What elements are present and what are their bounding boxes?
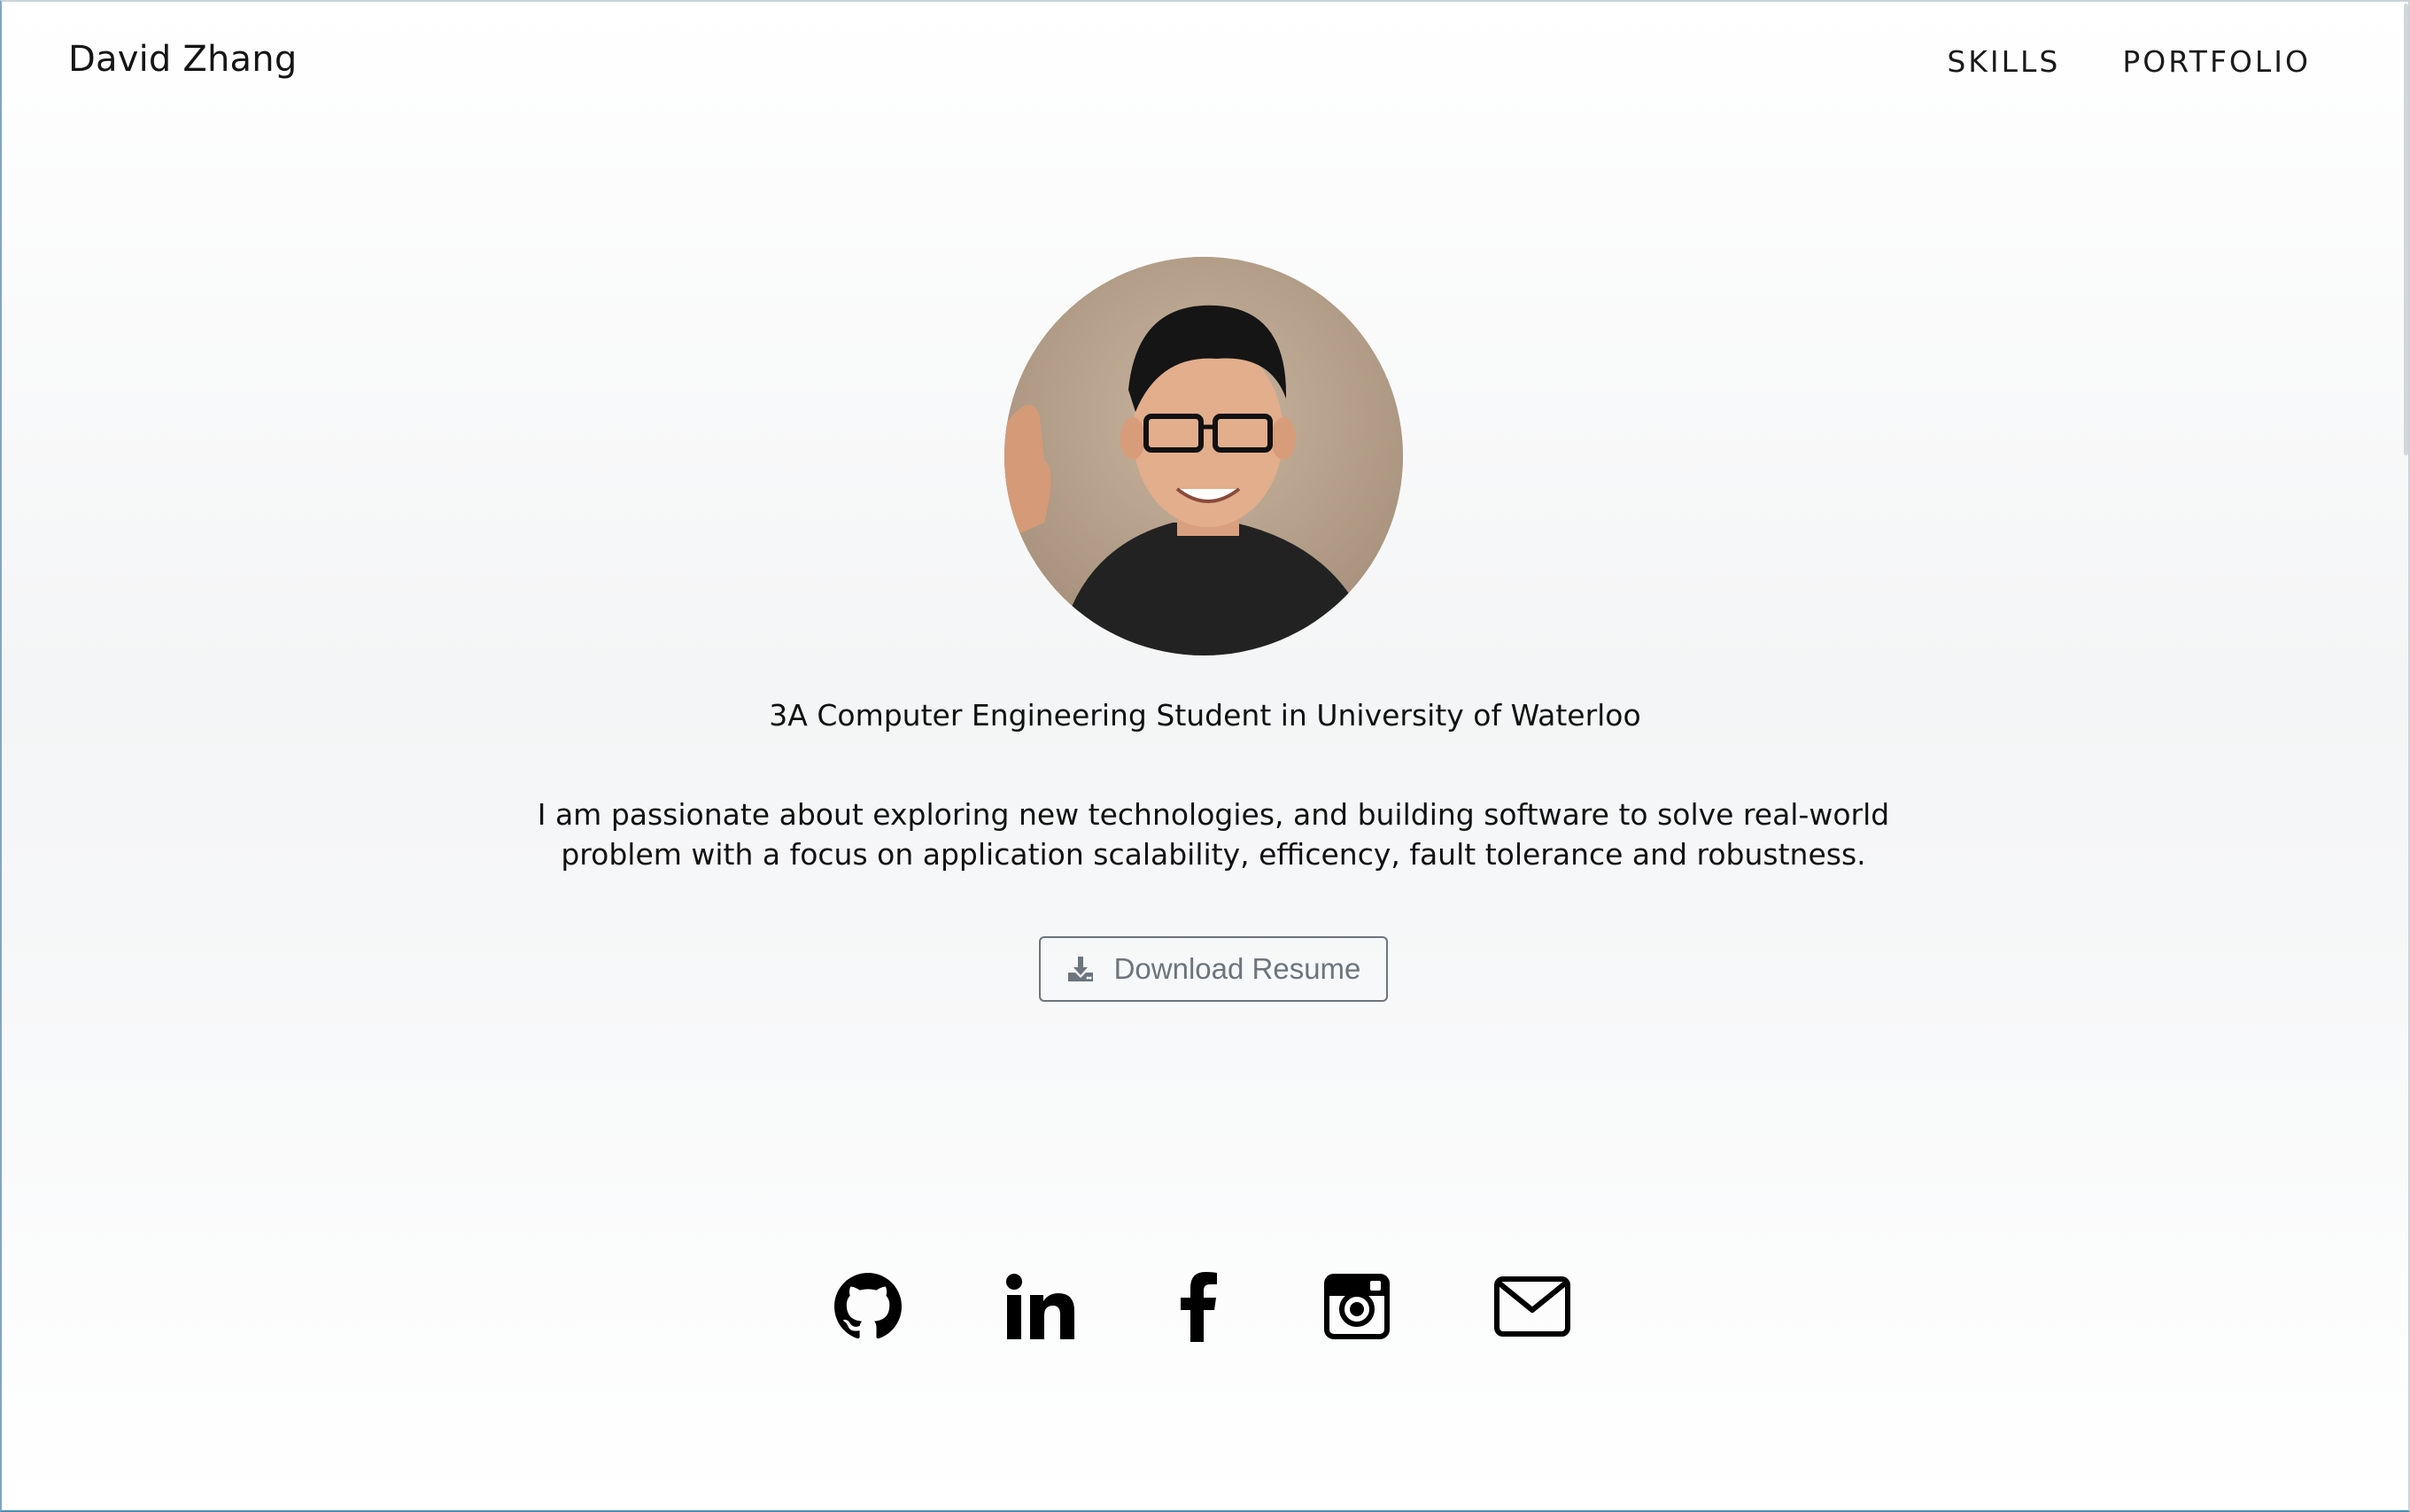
top-nav: SKILLS PORTFOLIO bbox=[1947, 44, 2311, 79]
profile-bio: I am passionate about exploring new tech… bbox=[537, 797, 1890, 872]
scrollbar-thumb[interactable] bbox=[2404, 4, 2408, 455]
download-resume-label: Download Resume bbox=[1113, 952, 1361, 985]
email-icon[interactable] bbox=[1492, 1267, 1572, 1346]
social-links bbox=[0, 1267, 2410, 1346]
github-icon[interactable] bbox=[828, 1267, 908, 1346]
profile-tagline: 3A Computer Engineering Student in Unive… bbox=[769, 698, 1641, 733]
download-icon bbox=[1066, 955, 1095, 983]
linkedin-icon[interactable] bbox=[1000, 1267, 1080, 1346]
nav-item-portfolio[interactable]: PORTFOLIO bbox=[2122, 44, 2311, 79]
site-brand[interactable]: David Zhang bbox=[68, 39, 297, 80]
instagram-icon[interactable] bbox=[1317, 1267, 1397, 1346]
nav-item-skills[interactable]: SKILLS bbox=[1947, 44, 2060, 79]
download-resume-button[interactable]: Download Resume bbox=[1039, 936, 1388, 1002]
profile-photo bbox=[1004, 257, 1403, 655]
facebook-icon[interactable] bbox=[1159, 1267, 1238, 1346]
